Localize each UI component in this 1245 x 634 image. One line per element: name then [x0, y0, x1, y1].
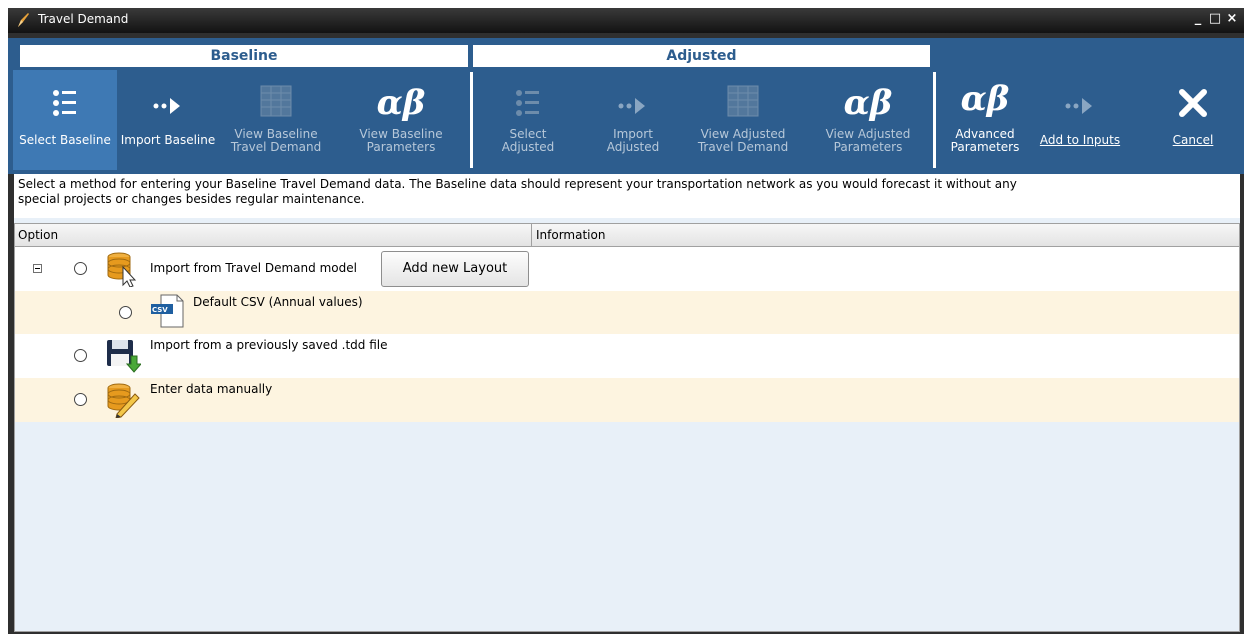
collapse-toggle[interactable]: [33, 264, 42, 273]
app-icon: [18, 13, 29, 27]
advanced-params-line1: Advanced: [955, 127, 1015, 141]
alpha-beta-icon: αβ: [843, 83, 893, 123]
options-grid: Option Information Import from Travel De…: [14, 223, 1240, 632]
column-header-information[interactable]: Information: [536, 228, 605, 242]
instruction-line-1: Select a method for entering your Baseli…: [18, 177, 1017, 191]
select-adjusted-line2: Adjusted: [501, 140, 555, 154]
view-adjusted-params-line2: Parameters: [833, 140, 903, 154]
title-bar: Travel Demand _ □ ×: [8, 8, 1244, 33]
list-icon: [516, 90, 539, 116]
import-baseline-button[interactable]: Import Baseline: [118, 70, 218, 170]
import-adjusted-button[interactable]: Import Adjusted: [583, 70, 683, 170]
radio-manual-entry[interactable]: [74, 393, 87, 406]
alpha-beta-icon: αβ: [960, 79, 1010, 119]
minimize-button[interactable]: _: [1190, 11, 1206, 26]
import-arrow-icon: [1065, 98, 1092, 114]
radio-tdd-file[interactable]: [74, 349, 87, 362]
option-row-tdd-file[interactable]: Import from a previously saved .tdd file: [15, 334, 1239, 378]
view-baseline-td-line2: Travel Demand: [230, 140, 322, 154]
grid-header: Option Information: [15, 224, 1239, 247]
ribbon-toolbar: Baseline Adjusted Select Baseline Import…: [8, 38, 1244, 174]
view-baseline-td-line1: View Baseline: [234, 127, 318, 141]
option-label-manual-entry: Enter data manually: [150, 382, 273, 396]
cancel-label: Cancel: [1172, 133, 1214, 147]
option-row-manual-entry[interactable]: Enter data manually: [15, 378, 1239, 422]
radio-default-csv[interactable]: [119, 306, 132, 319]
cancel-button[interactable]: Cancel: [1148, 70, 1238, 170]
select-adjusted-button[interactable]: Select Adjusted: [478, 70, 578, 170]
import-adjusted-line2: Adjusted: [606, 140, 660, 154]
database-cursor-icon: [107, 252, 137, 287]
close-x-icon: [1179, 89, 1207, 117]
window-title: Travel Demand: [38, 12, 129, 26]
view-adjusted-parameters-button[interactable]: αβ View Adjusted Parameters: [813, 70, 923, 170]
advanced-parameters-button[interactable]: αβ Advanced Parameters: [940, 70, 1030, 170]
view-adjusted-params-line1: View Adjusted: [825, 127, 911, 141]
select-baseline-button[interactable]: Select Baseline: [13, 70, 117, 170]
separator: [470, 72, 473, 168]
travel-demand-window: Travel Demand _ □ × Baseline Adjusted Se…: [8, 8, 1244, 634]
import-baseline-label: Import Baseline: [120, 133, 216, 147]
close-button[interactable]: ×: [1224, 11, 1240, 26]
view-baseline-parameters-button[interactable]: αβ View Baseline Parameters: [346, 70, 456, 170]
view-baseline-travel-demand-button[interactable]: View Baseline Travel Demand: [221, 70, 331, 170]
instruction-text: Select a method for entering your Baseli…: [14, 174, 1240, 218]
group-label-adjusted: Adjusted: [473, 45, 930, 67]
view-adjusted-td-line2: Travel Demand: [697, 140, 789, 154]
add-to-inputs-label: Add to Inputs: [1039, 133, 1121, 147]
save-disk-icon: [107, 340, 141, 373]
advanced-params-line2: Parameters: [950, 140, 1020, 154]
option-label-tdd-file: Import from a previously saved .tdd file: [150, 338, 388, 352]
csv-badge: CSV: [152, 306, 168, 314]
select-baseline-label: Select Baseline: [19, 133, 111, 147]
option-row-default-csv[interactable]: CSV Default CSV (Annual values): [15, 291, 1239, 334]
import-arrow-icon: [618, 98, 645, 114]
database-pencil-icon: [107, 383, 140, 418]
option-label-travel-demand-model: Import from Travel Demand model: [150, 261, 357, 275]
view-baseline-params-line1: View Baseline: [359, 127, 443, 141]
option-row-travel-demand-model[interactable]: Import from Travel Demand model Add new …: [15, 247, 1239, 291]
maximize-button[interactable]: □: [1207, 11, 1223, 26]
column-divider[interactable]: [531, 224, 532, 246]
radio-travel-demand-model[interactable]: [74, 262, 87, 275]
separator: [933, 72, 936, 168]
add-new-layout-button[interactable]: Add new Layout: [381, 251, 529, 287]
import-adjusted-line1: Import: [613, 127, 653, 141]
view-adjusted-travel-demand-button[interactable]: View Adjusted Travel Demand: [688, 70, 798, 170]
instruction-line-2: special projects or changes besides regu…: [18, 192, 365, 206]
option-label-default-csv: Default CSV (Annual values): [193, 295, 363, 309]
table-grid-icon: [260, 85, 292, 117]
table-grid-icon: [727, 85, 759, 117]
list-icon: [53, 90, 76, 116]
alpha-beta-icon: αβ: [376, 83, 426, 123]
content-area: Select a method for entering your Baseli…: [14, 174, 1240, 632]
view-adjusted-td-line1: View Adjusted: [700, 127, 786, 141]
add-to-inputs-button[interactable]: Add to Inputs: [1030, 70, 1130, 170]
column-header-option[interactable]: Option: [18, 228, 58, 242]
view-baseline-params-line2: Parameters: [366, 140, 436, 154]
group-label-baseline: Baseline: [20, 45, 468, 67]
import-arrow-icon: [153, 98, 180, 114]
select-adjusted-line1: Select: [509, 127, 547, 141]
